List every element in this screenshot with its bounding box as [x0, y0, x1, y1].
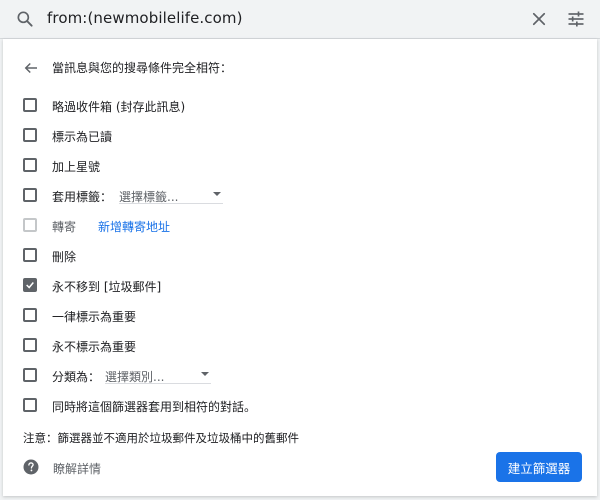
checkbox[interactable] — [23, 128, 37, 142]
checkbox[interactable] — [23, 158, 37, 172]
label-select[interactable]: 選擇標籤... — [119, 185, 223, 204]
option-label: 轉寄 — [52, 220, 77, 234]
tune-icon[interactable] — [566, 9, 586, 29]
option-apply-existing[interactable]: 同時將這個篩選器套用到相符的對話。 — [3, 394, 597, 418]
create-filter-button[interactable]: 建立篩選器 — [496, 452, 582, 482]
option-label: 永不標示為重要 — [52, 340, 137, 354]
filter-header: 當訊息與您的搜尋條件完全相符： — [3, 57, 597, 79]
search-icon[interactable] — [15, 9, 35, 29]
search-input[interactable]: from:(newmobilelife.com) — [47, 9, 243, 27]
option-label: 刪除 — [52, 250, 77, 264]
option-skip-inbox[interactable]: 略過收件箱 (封存此訊息) — [3, 94, 597, 118]
checkbox[interactable] — [23, 188, 37, 202]
option-label: 分類為： — [52, 370, 101, 384]
dropdown-arrow-icon — [201, 372, 209, 376]
label-select-value: 選擇標籤... — [119, 190, 179, 204]
checkbox[interactable] — [23, 398, 37, 412]
add-forwarding-address-link[interactable]: 新增轉寄地址 — [98, 218, 170, 235]
checkbox-checked[interactable] — [23, 278, 37, 292]
filter-panel: 當訊息與您的搜尋條件完全相符： 略過收件箱 (封存此訊息) 標示為已讀 加上星號… — [3, 39, 597, 496]
option-star[interactable]: 加上星號 — [3, 154, 597, 178]
option-categorize[interactable]: 分類為： 選擇類別... — [3, 364, 597, 388]
close-icon[interactable] — [530, 10, 548, 28]
option-delete[interactable]: 刪除 — [3, 244, 597, 268]
option-label: 套用標籤： — [52, 190, 113, 204]
checkbox[interactable] — [23, 218, 37, 232]
arrow-back-icon[interactable] — [22, 59, 40, 77]
checkbox[interactable] — [23, 308, 37, 322]
option-always-important[interactable]: 一律標示為重要 — [3, 304, 597, 328]
search-bar: from:(newmobilelife.com) — [0, 0, 600, 39]
option-never-important[interactable]: 永不標示為重要 — [3, 334, 597, 358]
filter-header-text: 當訊息與您的搜尋條件完全相符： — [52, 61, 233, 75]
option-label: 永不移到 [垃圾郵件] — [52, 280, 162, 294]
checkbox[interactable] — [23, 98, 37, 112]
check-icon — [26, 282, 34, 289]
option-apply-label[interactable]: 套用標籤： 選擇標籤... — [3, 184, 597, 208]
dropdown-arrow-icon — [213, 192, 221, 196]
checkbox[interactable] — [23, 338, 37, 352]
filter-note: 注意：篩選器並不適用於垃圾郵件及垃圾桶中的舊郵件 — [23, 431, 299, 445]
checkbox[interactable] — [23, 248, 37, 262]
help-icon[interactable] — [22, 458, 40, 476]
category-select-value: 選擇類別... — [105, 370, 165, 384]
option-forward[interactable]: 轉寄 新增轉寄地址 — [3, 214, 597, 238]
option-never-spam[interactable]: 永不移到 [垃圾郵件] — [3, 274, 597, 298]
option-label: 標示為已讀 — [52, 130, 113, 144]
option-label: 同時將這個篩選器套用到相符的對話。 — [52, 400, 257, 414]
option-label: 一律標示為重要 — [52, 310, 137, 324]
checkbox[interactable] — [23, 368, 37, 382]
learn-more-link[interactable]: 瞭解詳情 — [53, 460, 101, 477]
option-mark-read[interactable]: 標示為已讀 — [3, 124, 597, 148]
category-select[interactable]: 選擇類別... — [105, 365, 211, 384]
option-label: 加上星號 — [52, 160, 101, 174]
option-label: 略過收件箱 (封存此訊息) — [52, 100, 186, 114]
